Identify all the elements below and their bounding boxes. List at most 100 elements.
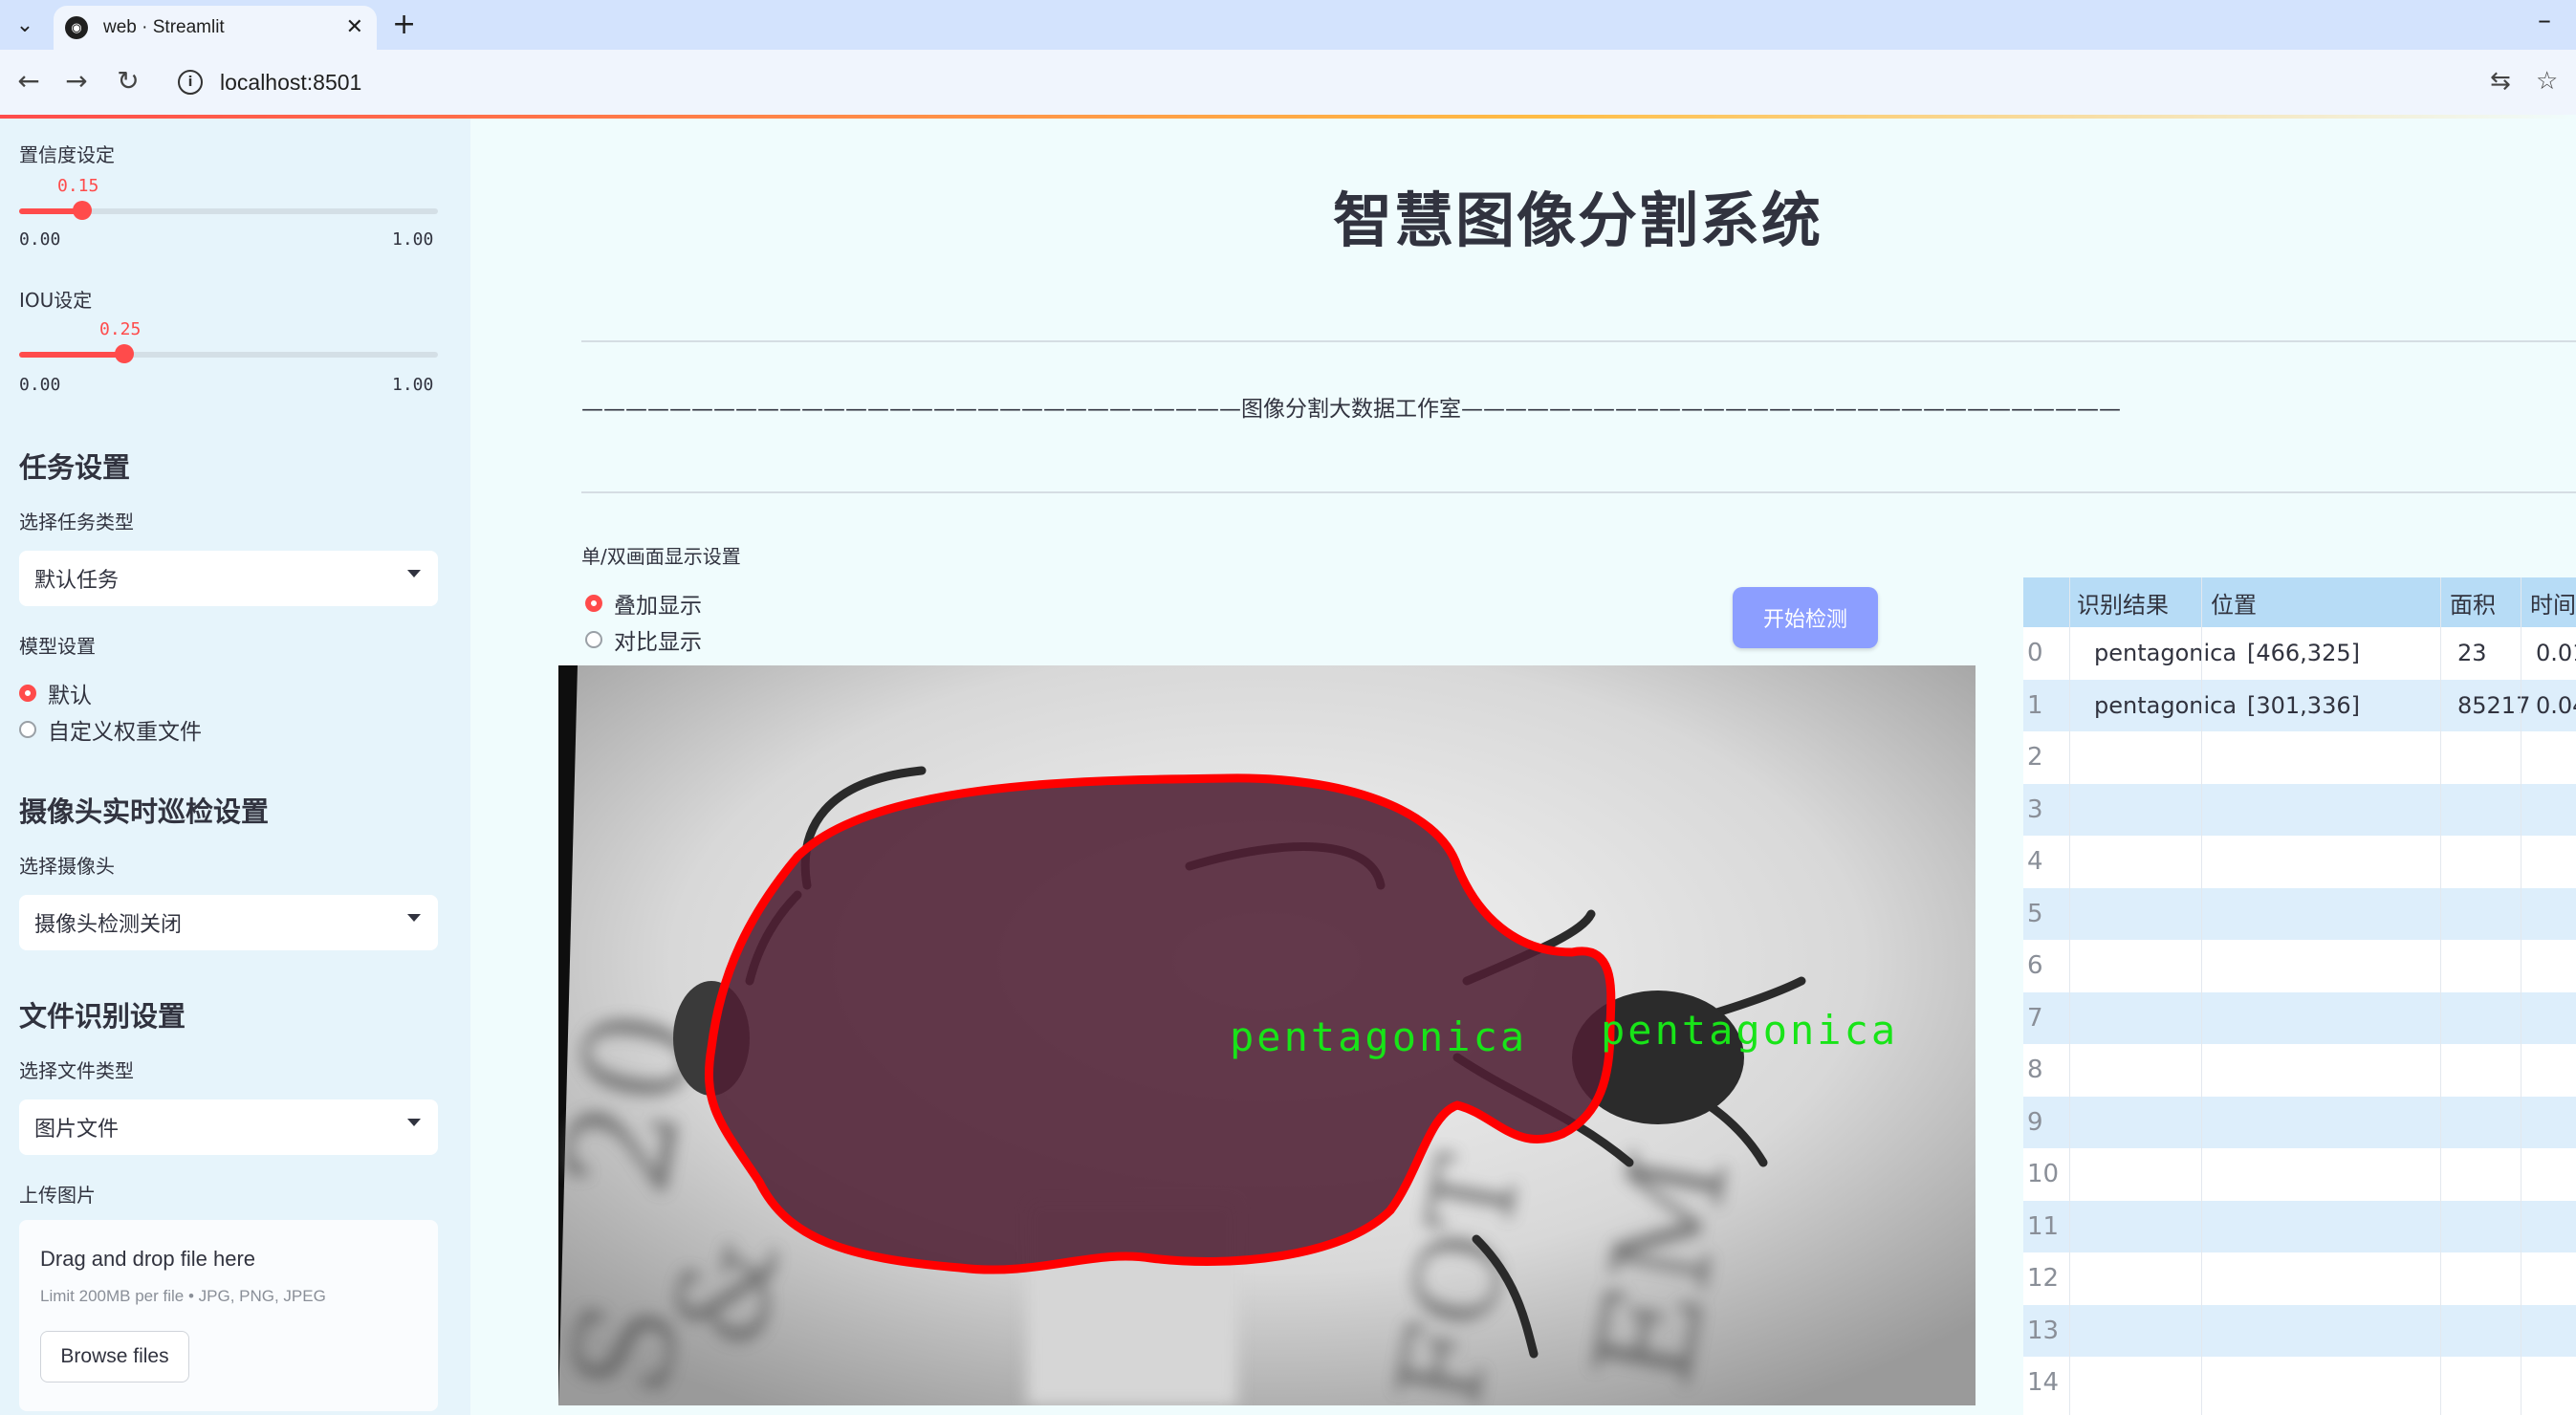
table-row[interactable]: 8 [2023,1044,2576,1096]
reload-icon[interactable]: ↻ [109,61,147,99]
row-index: 10 [2027,1160,2060,1188]
translate-icon[interactable]: ⇆ [2490,67,2511,96]
model-radio-custom[interactable]: 自定义权重文件 [19,713,202,746]
table-row[interactable]: 14 [2023,1357,2576,1408]
row-index: 11 [2027,1211,2060,1241]
column-header: 面积 [2450,591,2496,619]
confidence-min: 0.00 [19,229,61,250]
address-bar[interactable]: i localhost:8501 [166,59,2480,105]
divider [581,491,2576,493]
chevron-down-icon [407,570,421,577]
row-index: 0 [2027,639,2043,667]
table-row[interactable]: 3 [2023,783,2576,836]
row-index: 4 [2027,847,2043,876]
table-row[interactable]: 0 pentagonica [466,325] 23 0.01 [2023,627,2576,679]
iou-label: IOU设定 [19,289,93,312]
segmentation-result-image: 20 S & FOT EM pentagonica pentagonica [558,665,1976,1405]
streamlit-favicon-icon: ◉ [65,16,88,39]
radio-checked-icon [585,595,602,612]
iou-value: 0.25 [99,319,142,339]
studio-banner: ——————————————————————————————图像分割大数据工作室… [581,397,2121,422]
tab-close-icon[interactable]: ✕ [346,15,363,39]
result-image-svg: 20 S & FOT EM pentagonica pentagonica [558,665,1976,1405]
file-type-label: 选择文件类型 [19,1059,134,1082]
file-type-value: 图片文件 [34,1118,120,1142]
browser-tabbar: ⌄ ◉ web · Streamlit ✕ + – [0,0,2576,50]
file-section-heading: 文件识别设置 [19,1000,186,1033]
confidence-max: 1.00 [392,229,434,250]
column-header: 位置 [2211,591,2257,619]
task-type-select[interactable]: 默认任务 [19,551,438,606]
table-row[interactable]: 12 [2023,1252,2576,1304]
table-row[interactable]: 4 [2023,836,2576,887]
table-header: 识别结果 位置 面积 时间 [2023,577,2576,627]
bookmark-star-icon[interactable]: ☆ [2536,67,2558,96]
camera-label: 选择摄像头 [19,855,115,878]
row-index: 7 [2027,1003,2043,1033]
browse-files-button[interactable]: Browse files [40,1331,189,1382]
row-index: 3 [2027,795,2043,824]
table-row[interactable]: 2 [2023,731,2576,783]
task-type-label: 选择任务类型 [19,511,134,533]
table-row[interactable]: 13 [2023,1304,2576,1357]
page-title: 智慧图像分割系统 [1333,185,1823,255]
radio-unchecked-icon [585,631,602,648]
table-cell-result: pentagonica [2094,691,2238,719]
table-cell-time: 0.04 [2536,691,2576,719]
file-type-select[interactable]: 图片文件 [19,1099,438,1155]
model-option-label: 自定义权重文件 [48,720,202,745]
table-row[interactable]: 7 [2023,991,2576,1044]
browser-tab[interactable]: ◉ web · Streamlit ✕ [54,6,377,50]
display-mode-label: 单/双画面显示设置 [581,545,741,568]
file-uploader-dropzone[interactable]: Drag and drop file here Limit 200MB per … [19,1220,438,1411]
table-row[interactable]: 6 [2023,940,2576,991]
row-index: 1 [2027,690,2043,720]
row-index: 5 [2027,899,2043,928]
model-label: 模型设置 [19,635,96,658]
mask-label: pentagonica [1601,1007,1898,1054]
confidence-slider[interactable] [19,201,438,220]
confidence-slider-thumb[interactable] [72,201,92,220]
iou-min: 0.00 [19,375,61,395]
table-row[interactable]: 10 [2023,1148,2576,1200]
mask-label: pentagonica [1230,1013,1527,1060]
iou-max: 1.00 [392,375,434,395]
column-header: 时间 [2530,591,2576,619]
url-text: localhost:8501 [220,69,362,95]
task-type-value: 默认任务 [34,569,120,593]
start-detection-button[interactable]: 开始检测 [1733,587,1878,648]
confidence-label: 置信度设定 [19,143,115,166]
table-row[interactable]: 1 pentagonica [301,336] 852170.04 [2023,679,2576,731]
divider [581,340,2576,342]
camera-select[interactable]: 摄像头检测关闭 [19,895,438,950]
upload-limits: Limit 200MB per file • JPG, PNG, JPEG [40,1287,326,1305]
row-index: 2 [2027,743,2043,772]
table-row[interactable]: 9 [2023,1096,2576,1148]
iou-slider[interactable] [19,344,438,363]
table-cell-position: [466,325] [2247,640,2360,666]
upload-label: 上传图片 [19,1184,96,1207]
back-arrow-icon[interactable]: ← [10,61,48,99]
results-table[interactable]: 识别结果 位置 面积 时间 0 pentagonica [466,325] 23 0.0… [2023,577,2576,1415]
table-cell-area: 23 [2457,640,2487,666]
window-minimize-icon[interactable]: – [2538,4,2551,35]
tab-title: web · Streamlit [103,17,225,37]
site-info-icon[interactable]: i [178,70,203,95]
chevron-down-icon [407,914,421,922]
display-option-label: 叠加显示 [614,594,702,619]
iou-slider-thumb[interactable] [114,344,134,363]
table-row[interactable]: 5 [2023,887,2576,940]
model-radio-default[interactable]: 默认 [19,677,92,709]
new-tab-plus-icon[interactable]: + [392,8,416,41]
forward-arrow-icon[interactable]: → [57,61,96,99]
row-index: 8 [2027,1056,2043,1084]
display-radio-overlay[interactable]: 叠加显示 [585,587,702,620]
row-index: 13 [2027,1316,2060,1345]
tab-list-chevron-icon[interactable]: ⌄ [8,8,42,42]
table-row[interactable]: 11 [2023,1200,2576,1252]
iou-slider-fill [19,352,124,358]
display-radio-compare[interactable]: 对比显示 [585,623,702,656]
column-divider [2069,577,2070,1415]
row-index: 12 [2027,1264,2060,1293]
column-divider [2201,577,2202,1415]
